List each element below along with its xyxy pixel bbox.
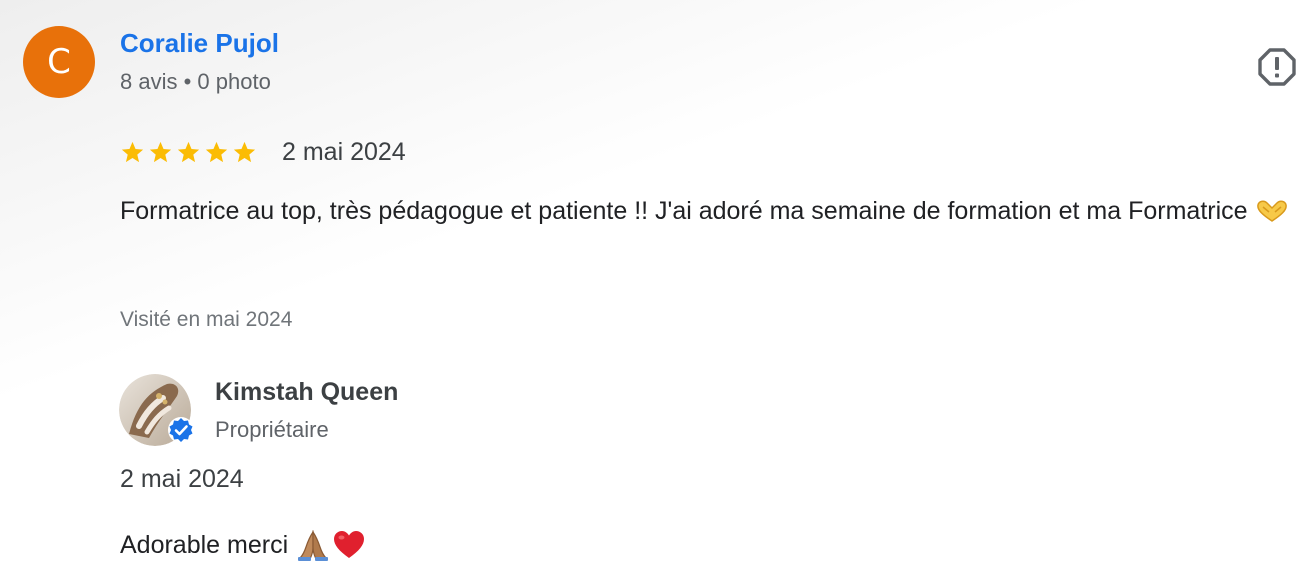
review-card: C Coralie Pujol 8 avis • 0 photo 2 mai 2… <box>0 0 1312 581</box>
reviewer-avatar[interactable]: C <box>23 26 95 98</box>
star-rating <box>120 140 257 165</box>
review-text: Formatrice au top, très pédagogue et pat… <box>120 192 1290 230</box>
report-flag-icon <box>1258 48 1296 86</box>
review-text-content: Formatrice au top, très pédagogue et pat… <box>120 197 1248 225</box>
heart-hands-icon <box>1256 200 1287 223</box>
owner-name: Kimstah Queen <box>215 378 399 406</box>
red-heart-icon <box>334 531 365 558</box>
star-icon <box>149 141 172 162</box>
reviewer-meta: 8 avis • 0 photo <box>120 69 271 94</box>
reviewer-name-link[interactable]: Coralie Pujol <box>120 28 279 59</box>
report-review-button[interactable] <box>1256 46 1298 88</box>
review-date: 2 mai 2024 <box>282 137 406 166</box>
visit-info: Visité en mai 2024 <box>120 308 293 331</box>
rating-row: 2 mai 2024 <box>120 136 406 168</box>
reviewer-initial: C <box>47 42 71 82</box>
star-icon <box>233 141 256 162</box>
star-icon <box>121 141 144 162</box>
reply-text-content: Adorable merci <box>120 531 289 559</box>
verified-check-icon <box>168 417 194 443</box>
reply-date: 2 mai 2024 <box>120 465 244 493</box>
folded-hands-icon <box>298 530 329 561</box>
owner-avatar-wrap[interactable] <box>119 374 194 446</box>
owner-role: Propriétaire <box>215 417 329 442</box>
star-icon <box>177 141 200 162</box>
star-icon <box>205 141 228 162</box>
reply-text: Adorable merci <box>120 528 366 562</box>
